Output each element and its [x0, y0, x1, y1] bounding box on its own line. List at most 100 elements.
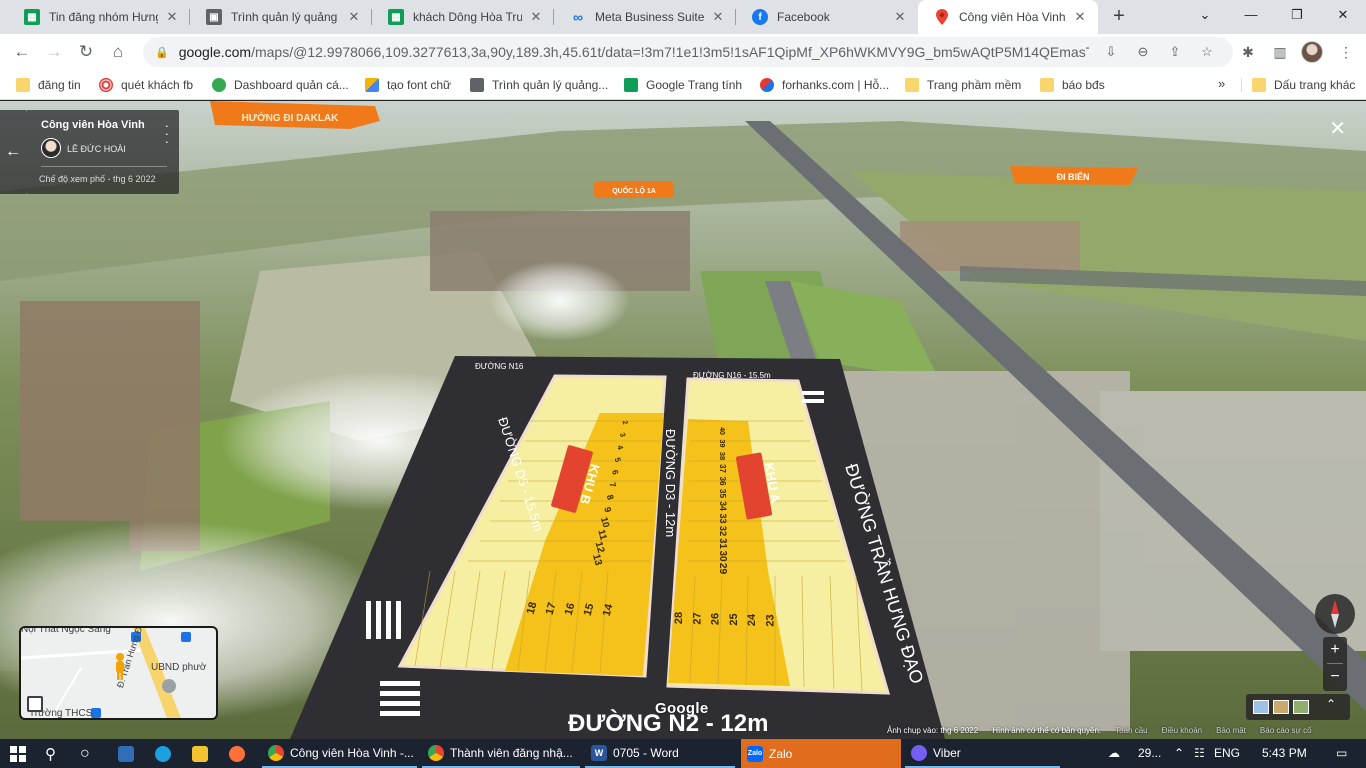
extensions-icon[interactable]: ✱ [1236, 40, 1260, 64]
bookmark-bao-bds[interactable]: báo bđs [1040, 76, 1105, 94]
reload-button[interactable]: ↻ [72, 38, 100, 66]
clock[interactable]: 5:43 PM [1262, 739, 1307, 768]
street-view-panorama[interactable]: HƯỚNG ĐI DAKLAK QUỐC LỘ 1A ĐI BIỂN ĐƯỜNG… [0, 101, 1366, 739]
lot-number-a: 30 [717, 550, 728, 562]
weather-icon[interactable]: ☁ [1108, 739, 1120, 768]
font-icon [365, 78, 379, 92]
minimap[interactable]: Nội Thất Ngọc Sang UBND phườ Đ. Trần Hưn… [19, 626, 218, 720]
bookmark-star-icon[interactable]: ☆ [1195, 40, 1219, 64]
report-problem-link[interactable]: Báo cáo sự cố [1260, 726, 1312, 739]
privacy-link[interactable]: Bảo mật [1216, 726, 1246, 739]
close-tab-icon[interactable]: ✕ [346, 9, 362, 25]
file-manager-icon[interactable] [118, 739, 140, 768]
folder-icon[interactable] [192, 739, 214, 768]
tab-cong-vien-hoa-vinh[interactable]: Công viên Hòa Vinh - ✕ [918, 0, 1098, 34]
tab-tin-dang-nhom[interactable]: ▦ Tin đăng nhóm Hưng ✕ [8, 0, 190, 34]
lot-number-a: 32 [718, 526, 729, 536]
back-arrow-button[interactable]: ← [0, 110, 26, 194]
tab-label: Trình quản lý quảng cá [231, 10, 340, 24]
chevron-up-icon[interactable]: ⌃ [1326, 697, 1336, 711]
tab-khach-dong-hoa[interactable]: ▦ khách Dông Hòa Trun ✕ [372, 0, 554, 34]
lot-number-a: 39 [718, 439, 727, 447]
chrome-window: ▦ Tin đăng nhóm Hưng ✕ ▣ Trình quản lý q… [0, 0, 1366, 768]
lot-number-a: 23 [765, 614, 777, 626]
side-panel-icon[interactable]: ▥ [1268, 40, 1292, 64]
thumbnail-1[interactable] [1253, 700, 1269, 714]
bookmark-forhanks[interactable]: forhanks.com | Hỗ... [760, 76, 889, 94]
bookmark-quet-khach[interactable]: quét khách fb [99, 76, 193, 94]
firefox-icon[interactable] [229, 739, 251, 768]
address-bar[interactable]: 🔒 google.com/maps/@12.9978066,109.327761… [143, 37, 1233, 67]
other-bookmarks[interactable]: Dấu trang khác [1252, 76, 1355, 94]
global-link[interactable]: Toàn cầu [1115, 726, 1147, 739]
notifications-icon[interactable]: ▭ [1336, 739, 1347, 768]
install-app-icon[interactable]: ⇩ [1099, 40, 1123, 64]
close-tab-icon[interactable]: ✕ [892, 9, 908, 25]
minimize-button[interactable]: — [1228, 0, 1274, 30]
tab-label: Công viên Hòa Vinh - [959, 10, 1066, 24]
bookmark-google-trang-tinh[interactable]: Google Trang tính [624, 76, 742, 94]
close-tab-icon[interactable]: ✕ [710, 9, 726, 25]
taskbar-zalo[interactable]: Zalo Zalo [741, 739, 901, 768]
place-name[interactable]: Công viên Hòa Vinh [41, 119, 145, 131]
share-icon[interactable]: ⇪ [1163, 40, 1187, 64]
search-icon[interactable]: ⚲ [45, 739, 56, 768]
svg-text:HƯỚNG ĐI DAKLAK: HƯỚNG ĐI DAKLAK [242, 111, 340, 124]
tab-label: Facebook [777, 10, 830, 24]
bookmark-dashboard[interactable]: Dashboard quản cá... [212, 76, 349, 94]
tab-trinh-quan-ly[interactable]: ▣ Trình quản lý quảng cá ✕ [190, 0, 372, 34]
capture-date: Chế độ xem phố - thg 6 2022 [39, 174, 156, 184]
tab-label: Meta Business Suite [595, 10, 704, 24]
profile-avatar[interactable] [1301, 41, 1323, 63]
home-button[interactable]: ⌂ [104, 38, 132, 66]
lot-number-a: 24 [746, 613, 758, 626]
restore-button[interactable]: ❐ [1274, 0, 1320, 30]
menu-icon[interactable]: ⋮ [1334, 40, 1358, 64]
expand-map-icon[interactable] [27, 696, 43, 712]
bookmark-dang-tin[interactable]: đăng tin [16, 76, 81, 94]
start-button[interactable] [10, 739, 26, 768]
terms-link[interactable]: Điều khoản [1162, 726, 1202, 739]
lot-number-a: 40 [718, 427, 725, 435]
forward-button[interactable]: → [40, 38, 68, 66]
taskbar-word[interactable]: W 0705 - Word [585, 739, 735, 768]
close-icon[interactable]: ✕ [1329, 119, 1346, 139]
close-tab-icon[interactable]: ✕ [1072, 9, 1088, 25]
close-tab-icon[interactable]: ✕ [528, 9, 544, 25]
weather-temp[interactable]: 29... [1138, 739, 1161, 768]
more-options-icon[interactable]: · · · [165, 119, 169, 148]
lock-icon[interactable]: 🔒 [155, 46, 169, 59]
facebook-icon: f [752, 9, 768, 25]
back-button[interactable]: ← [8, 38, 36, 66]
new-tab-button[interactable]: + [1108, 6, 1130, 28]
bookmarks-overflow-button[interactable]: » [1218, 76, 1225, 91]
compass-icon[interactable] [1315, 594, 1355, 634]
thumbnail-3[interactable] [1293, 700, 1309, 714]
tab-facebook[interactable]: f Facebook ✕ [736, 0, 918, 34]
bookmark-trang-phan-mem[interactable]: Trang phầm mềm [905, 76, 1021, 94]
author-avatar[interactable] [41, 138, 61, 158]
tray-chevron-icon[interactable]: ⌃ [1174, 739, 1184, 768]
pegman-icon[interactable] [113, 652, 127, 682]
zoom-icon[interactable]: ⊖ [1131, 40, 1155, 64]
close-window-button[interactable]: ✕ [1320, 0, 1366, 30]
taskbar-viber[interactable]: Viber [905, 739, 1060, 768]
network-icon[interactable]: ☷ [1194, 739, 1205, 768]
close-tab-icon[interactable]: ✕ [164, 9, 180, 25]
tab-meta-business[interactable]: ∞ Meta Business Suite ✕ [554, 0, 736, 34]
taskbar-chrome-maps[interactable]: Công viên Hòa Vinh -... [262, 739, 417, 768]
bookmark-tao-font[interactable]: tạo font chữ [365, 76, 451, 94]
zoom-in-button[interactable]: + [1323, 637, 1347, 663]
taskbar-chrome-thanh-vien[interactable]: Thành viên đăng nhậ... [422, 739, 580, 768]
bookmark-trinh-quan-ly[interactable]: Trình quản lý quảng... [470, 76, 608, 94]
google-maps-icon [934, 9, 950, 25]
thumbnail-2[interactable] [1273, 700, 1289, 714]
task-view-icon[interactable]: ○ [80, 739, 90, 768]
tab-search-icon[interactable]: ⌄ [1182, 0, 1228, 30]
bookmark-label: Dashboard quản cá... [234, 78, 349, 92]
zoom-out-button[interactable]: − [1323, 664, 1347, 690]
language-indicator[interactable]: ENG [1214, 739, 1240, 768]
author-name[interactable]: LÊ ĐỨC HOÀI [67, 144, 126, 154]
edge-icon[interactable] [155, 739, 177, 768]
imagery-thumbnails[interactable]: ⌃ [1246, 694, 1350, 720]
